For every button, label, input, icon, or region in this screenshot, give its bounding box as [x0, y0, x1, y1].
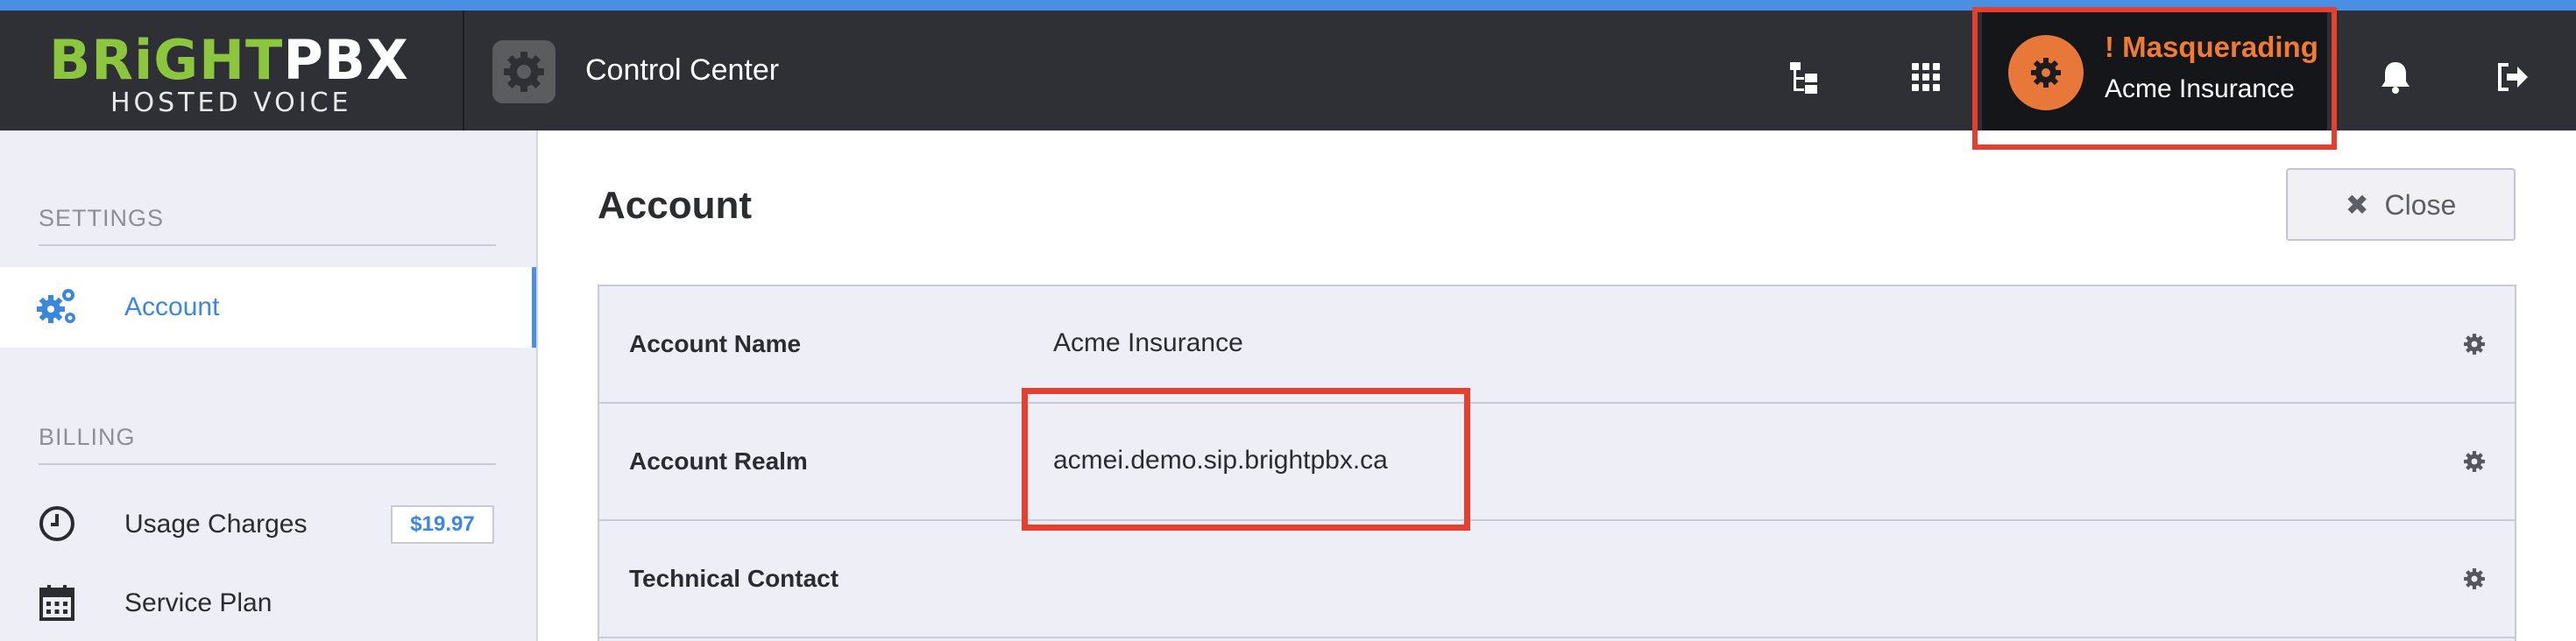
- gears-icon: [35, 285, 79, 328]
- masquerade-indicator[interactable]: ! Masquerading Acme Insurance: [1982, 11, 2327, 130]
- row-key: Account Name: [629, 330, 802, 357]
- sidebar-item-label: Usage Charges: [124, 510, 308, 539]
- sidebar-item-account[interactable]: Account: [0, 267, 536, 348]
- row-value: acmei.demo.sip.brightpbx.ca: [1053, 446, 1388, 475]
- calendar-icon: [35, 581, 79, 624]
- row-key: Technical Contact: [629, 565, 839, 592]
- sidebar-billing-heading: BILLING: [39, 424, 136, 450]
- sitemap-icon[interactable]: [1786, 58, 1824, 96]
- sidebar-item-label: Service Plan: [124, 588, 272, 617]
- logo-wordmark: BRiGHTPBX: [49, 28, 409, 92]
- apps-grid-icon[interactable]: [1907, 58, 1945, 96]
- table-row: Technical Contact: [599, 521, 2515, 638]
- close-button-label: Close: [2384, 188, 2457, 221]
- logo-tagline: HOSTED VOICE: [110, 88, 352, 118]
- masquerade-account: Acme Insurance: [2105, 74, 2295, 103]
- divider: [39, 463, 496, 465]
- usage-charges-badge: $19.97: [391, 505, 494, 544]
- row-value: Acme Insurance: [1053, 328, 1243, 357]
- row-key: Account Realm: [629, 447, 808, 475]
- close-icon: ✖: [2345, 188, 2369, 221]
- sidebar-settings-heading: SETTINGS: [39, 205, 165, 231]
- edit-gear-icon[interactable]: [2459, 563, 2490, 595]
- table-row: Account Name Acme Insurance: [599, 286, 2515, 404]
- close-button[interactable]: ✖ Close: [2286, 168, 2516, 241]
- sidebar: SETTINGS Account BILLING Usage Charges S…: [0, 130, 538, 641]
- top-accent-strip: [0, 0, 2576, 11]
- app-title: Control Center: [585, 53, 780, 87]
- table-row: Account Realm acmei.demo.sip.brightpbx.c…: [599, 404, 2515, 521]
- clock-icon: [35, 502, 79, 546]
- masquerade-cog-icon: [2008, 35, 2084, 110]
- logout-icon[interactable]: [2494, 58, 2532, 96]
- edit-gear-icon[interactable]: [2459, 328, 2490, 360]
- page-title: Account: [598, 184, 752, 227]
- top-bar: BRiGHTPBX HOSTED VOICE Control Center ! …: [0, 11, 2576, 130]
- bell-icon[interactable]: [2376, 58, 2415, 96]
- edit-gear-icon[interactable]: [2459, 446, 2490, 477]
- account-settings-table: Account Name Acme Insurance Account Real…: [598, 285, 2516, 641]
- sidebar-item-label: Account: [124, 292, 220, 321]
- divider: [39, 244, 496, 246]
- control-center-gear-icon[interactable]: [492, 40, 556, 103]
- masquerade-title: ! Masquerading: [2105, 31, 2318, 63]
- sidebar-item-service-plan[interactable]: Service Plan: [0, 565, 536, 641]
- brand-logo[interactable]: BRiGHTPBX HOSTED VOICE: [0, 11, 464, 130]
